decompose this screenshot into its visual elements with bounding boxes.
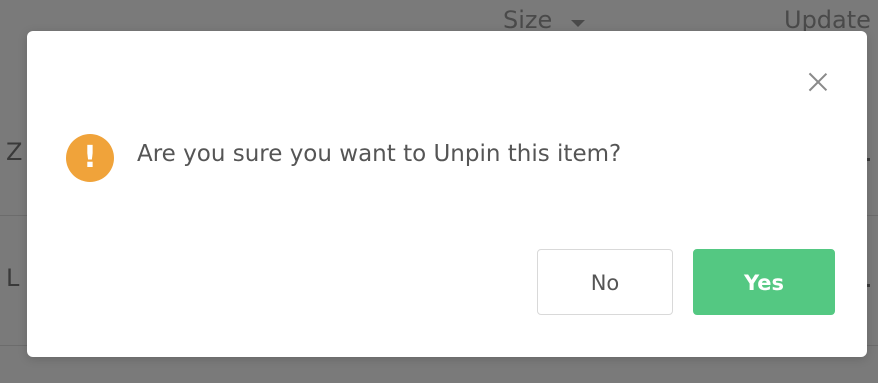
table-row-fragment: Z xyxy=(6,138,23,166)
sort-caret-icon xyxy=(571,20,585,27)
no-button[interactable]: No xyxy=(537,249,673,315)
column-header-size[interactable]: Size xyxy=(503,6,552,34)
dialog-message: Are you sure you want to Unpin this item… xyxy=(137,141,622,167)
table-header: Size Update xyxy=(0,0,878,34)
row-ellipsis-dot xyxy=(867,158,870,161)
app-backdrop: Size Update Z L ! Are you sure you want … xyxy=(0,0,878,383)
column-header-updated[interactable]: Update xyxy=(784,6,871,34)
table-row-fragment: L xyxy=(6,264,20,292)
exclamation-icon: ! xyxy=(66,134,114,182)
row-ellipsis-dot xyxy=(867,284,870,287)
confirm-unpin-dialog: ! Are you sure you want to Unpin this it… xyxy=(27,31,867,357)
close-icon[interactable] xyxy=(805,69,831,95)
yes-button[interactable]: Yes xyxy=(693,249,835,315)
